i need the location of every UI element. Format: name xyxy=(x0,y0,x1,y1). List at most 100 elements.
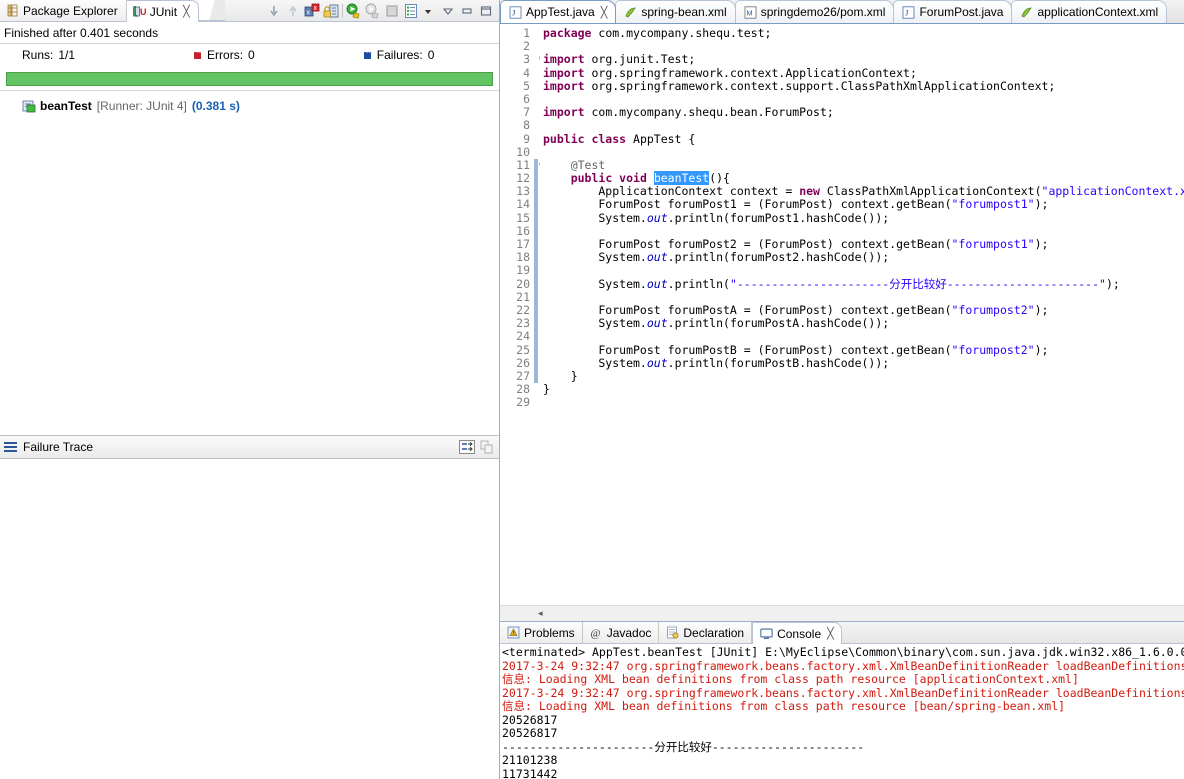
code-line[interactable]: import com.mycompany.shequ.bean.ForumPos… xyxy=(539,105,1184,119)
code-line[interactable]: System.out.println("--------------------… xyxy=(539,277,1184,291)
failures-label: Failures: xyxy=(376,48,423,62)
compare-results-icon[interactable] xyxy=(459,439,475,455)
code-line[interactable] xyxy=(539,330,1184,343)
maximize-icon[interactable] xyxy=(460,3,476,19)
tab-label: Console xyxy=(777,626,822,641)
failure-trace-body[interactable] xyxy=(0,459,499,779)
editor-tab-forumpost-java[interactable]: J ForumPost.java xyxy=(893,0,1013,23)
next-failure-icon[interactable] xyxy=(266,3,282,19)
editor-tab-spring-bean-xml[interactable]: spring-bean.xml xyxy=(615,0,736,23)
console-output-line: 信息: Loading XML bean definitions from cl… xyxy=(502,672,1079,686)
editor-horizontal-scrollbar[interactable]: ◂ xyxy=(500,605,1184,621)
editor-tab-pom-xml[interactable]: M springdemo26/pom.xml xyxy=(734,0,895,23)
console-output-line: 信息: Loading XML bean definitions from cl… xyxy=(502,699,1066,713)
code-area[interactable]: 1234567891011121314151617181920212223242… xyxy=(500,24,1184,605)
editor-tab-apptest-java[interactable]: J AppTest.java ╳ xyxy=(500,0,617,23)
line-number: 19 xyxy=(516,263,530,278)
code-line[interactable]: System.out.println(forumPost2.hashCode()… xyxy=(539,250,1184,264)
console-output-line: 2017-3-24 9:32:47 org.springframework.be… xyxy=(502,658,1184,673)
errors-value: 0 xyxy=(248,48,255,62)
console-output-line: 20526817 xyxy=(502,726,558,740)
view-tab-junit[interactable]: U JUnit ╳ xyxy=(126,0,199,22)
line-number: 14 xyxy=(516,197,530,212)
junit-stats-row: Runs: 1/1 Errors: 0 Failures: 0 xyxy=(0,44,499,66)
code-line[interactable]: import org.junit.Test; xyxy=(539,53,1184,66)
tab-javadoc[interactable]: @ Javadoc xyxy=(582,622,660,643)
tab-problems[interactable]: ! Problems xyxy=(500,622,583,643)
close-icon[interactable]: ╳ xyxy=(183,5,190,18)
runs-label: Runs: xyxy=(22,48,54,62)
code-line[interactable] xyxy=(539,119,1184,132)
code-line[interactable]: } xyxy=(539,382,1184,396)
code-line[interactable]: public class AppTest { xyxy=(539,132,1184,146)
close-icon[interactable]: ╳ xyxy=(827,627,834,640)
problems-icon: ! xyxy=(507,626,520,639)
code-line[interactable]: ForumPost forumPostB = (ForumPost) conte… xyxy=(539,343,1184,357)
test-name: beanTest xyxy=(40,99,92,113)
line-number: 15 xyxy=(516,210,530,225)
scroll-left-arrow-icon[interactable]: ◂ xyxy=(538,608,543,619)
lock-scroll-icon[interactable] xyxy=(323,3,339,19)
test-pass-icon xyxy=(22,100,36,113)
test-run-history-icon[interactable] xyxy=(403,3,419,19)
line-number: 29 xyxy=(516,395,530,410)
code-line[interactable]: import org.springframework.context.suppo… xyxy=(539,79,1184,93)
failure-trace-header: Failure Trace xyxy=(0,435,499,459)
copy-trace-icon[interactable] xyxy=(479,439,495,455)
line-number: 24 xyxy=(516,329,530,344)
svg-text:x: x xyxy=(307,9,311,16)
tab-label: Declaration xyxy=(683,625,745,640)
line-number: 5 xyxy=(523,78,530,93)
view-tab-label: Package Explorer xyxy=(23,3,118,18)
code-line[interactable]: System.out.println(forumPostB.hashCode()… xyxy=(539,356,1184,370)
code-line[interactable]: System.out.println(forumPost1.hashCode()… xyxy=(539,211,1184,225)
close-icon[interactable]: ╳ xyxy=(601,6,608,19)
console-icon xyxy=(760,627,773,640)
previous-failure-icon[interactable] xyxy=(285,3,301,19)
test-results-tree[interactable]: beanTest [Runner: JUnit 4] (0.381 s) xyxy=(0,90,499,435)
list-item[interactable]: beanTest [Runner: JUnit 4] (0.381 s) xyxy=(0,97,499,115)
stop-icon[interactable] xyxy=(384,3,400,19)
line-number: 25 xyxy=(516,342,530,357)
declaration-icon xyxy=(666,626,679,639)
hamburger-icon[interactable] xyxy=(4,440,17,454)
test-progress-wrap xyxy=(0,66,499,90)
javadoc-icon: @ xyxy=(590,626,603,640)
code-line[interactable] xyxy=(539,396,1184,409)
show-failures-only-icon[interactable]: x x xyxy=(304,3,320,19)
spring-xml-icon xyxy=(1020,6,1033,19)
editor-tab-applicationcontext-xml[interactable]: applicationContext.xml xyxy=(1011,0,1168,23)
console-output[interactable]: <terminated> AppTest.beanTest [JUnit] E:… xyxy=(500,644,1184,779)
test-progress-bar xyxy=(6,72,493,86)
line-number: 9 xyxy=(523,131,530,146)
minimize-icon[interactable] xyxy=(441,3,457,19)
code-line[interactable]: import org.springframework.context.Appli… xyxy=(539,66,1184,80)
rerun-test-icon[interactable] xyxy=(346,3,362,19)
code-line[interactable]: } xyxy=(539,369,1184,383)
tab-declaration[interactable]: Declaration xyxy=(659,622,753,643)
line-number: 4 xyxy=(523,65,530,80)
eclipse-workbench: Package Explorer U JUnit ╳ x x Finished … xyxy=(0,0,1184,779)
junit-view-toolbar: x x xyxy=(262,0,499,21)
errors-marker-icon xyxy=(193,47,203,60)
svg-text:@: @ xyxy=(590,628,600,640)
code-line[interactable]: ForumPost forumPost1 = (ForumPost) conte… xyxy=(539,198,1184,211)
code-line[interactable]: System.out.println(forumPostA.hashCode()… xyxy=(539,316,1184,330)
code-line[interactable] xyxy=(539,146,1184,159)
view-tab-package-explorer[interactable]: Package Explorer xyxy=(0,0,127,21)
restore-icon[interactable] xyxy=(479,3,495,19)
stat-failures: Failures: 0 xyxy=(362,47,434,62)
tab-console[interactable]: Console ╳ xyxy=(752,622,842,644)
rerun-failed-icon[interactable] xyxy=(365,3,381,19)
failures-marker-icon xyxy=(362,47,373,60)
console-output-line: 21101238 xyxy=(502,753,558,767)
code-line[interactable] xyxy=(539,291,1184,304)
source-code-lines[interactable]: package com.mycompany.shequ.test; import… xyxy=(539,24,1184,605)
view-menu-arrow-icon[interactable] xyxy=(422,3,438,19)
code-line[interactable]: package com.mycompany.shequ.test; xyxy=(539,26,1184,40)
console-output-line: 11731442 xyxy=(502,766,558,779)
junit-status-line: Finished after 0.401 seconds xyxy=(0,22,499,44)
console-process-line: <terminated> AppTest.beanTest [JUnit] E:… xyxy=(502,645,1184,659)
java-editor[interactable]: 1234567891011121314151617181920212223242… xyxy=(500,24,1184,622)
stat-runs: Runs: 1/1 xyxy=(22,48,75,62)
